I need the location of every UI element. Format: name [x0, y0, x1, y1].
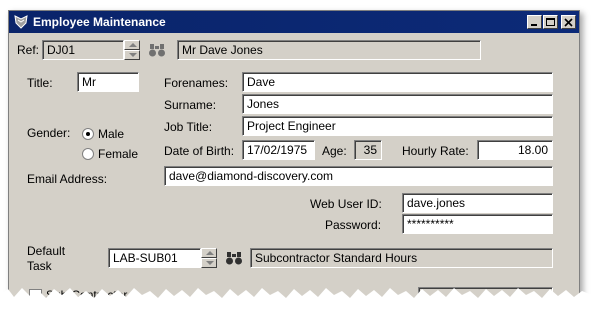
job-title-field[interactable]: Project Engineer	[242, 116, 553, 136]
dob-field[interactable]: 17/02/1975	[242, 140, 315, 160]
app-logo-icon	[14, 15, 28, 29]
surname-field[interactable]: Jones	[242, 94, 553, 114]
ref-spinner[interactable]	[124, 40, 140, 60]
ref-spin-down[interactable]	[124, 50, 140, 60]
email-field[interactable]: dave@diamond-discovery.com	[164, 166, 553, 186]
employee-maintenance-window: Employee Maintenance Ref: DJ01 Mr Dave J…	[8, 10, 580, 312]
task-spin-up[interactable]	[201, 248, 217, 258]
binoculars-icon[interactable]	[225, 250, 243, 266]
ref-label: Ref:	[17, 43, 40, 57]
close-button[interactable]	[561, 15, 576, 29]
hourly-rate-field[interactable]: 18.00	[477, 140, 553, 160]
maximize-button[interactable]	[543, 15, 558, 29]
minimize-icon	[531, 24, 537, 26]
arrow-up-icon	[206, 251, 214, 255]
password-field[interactable]: **********	[402, 214, 553, 234]
title-bar[interactable]: Employee Maintenance	[9, 11, 579, 33]
arrow-down-icon	[129, 53, 137, 57]
hourly-rate-label: Hourly Rate:	[402, 144, 469, 158]
email-label: Email Address:	[27, 172, 108, 186]
forenames-label: Forenames:	[164, 76, 229, 90]
maximize-icon	[546, 18, 555, 26]
forenames-field[interactable]: Dave	[242, 72, 553, 92]
window-title: Employee Maintenance	[33, 15, 166, 29]
minimize-button[interactable]	[527, 15, 542, 29]
default-task-label-line2: Task	[27, 259, 52, 273]
gender-female-label: Female	[98, 147, 139, 161]
title-field[interactable]: Mr	[77, 72, 139, 92]
arrow-down-icon	[206, 261, 214, 265]
close-icon	[564, 18, 573, 27]
gender-label: Gender:	[27, 126, 71, 140]
ref-code-field[interactable]: DJ01	[42, 40, 124, 60]
web-user-field[interactable]: dave.jones	[402, 193, 553, 213]
torn-edge-decoration	[0, 288, 592, 319]
title-label: Title:	[27, 76, 53, 90]
gender-male-radio[interactable]	[82, 128, 94, 140]
default-task-description-field: Subcontractor Standard Hours	[250, 248, 553, 268]
surname-label: Surname:	[164, 98, 217, 112]
age-label: Age:	[322, 144, 347, 158]
task-spinner[interactable]	[201, 248, 217, 268]
arrow-up-icon	[129, 43, 137, 47]
age-field: 35	[354, 140, 382, 160]
default-task-label: Default	[27, 244, 66, 258]
dob-label: Date of Birth:	[164, 144, 235, 158]
password-label: Password:	[325, 218, 382, 232]
web-user-label: Web User ID:	[310, 197, 382, 211]
gender-male-label: Male	[98, 127, 125, 141]
binoculars-icon[interactable]	[148, 42, 166, 58]
job-title-label: Job Title:	[164, 120, 213, 134]
gender-female-radio[interactable]	[82, 148, 94, 160]
ref-spin-up[interactable]	[124, 40, 140, 50]
ref-name-field: Mr Dave Jones	[177, 40, 481, 60]
task-spin-down[interactable]	[201, 258, 217, 268]
default-task-code-field[interactable]: LAB-SUB01	[108, 248, 201, 268]
